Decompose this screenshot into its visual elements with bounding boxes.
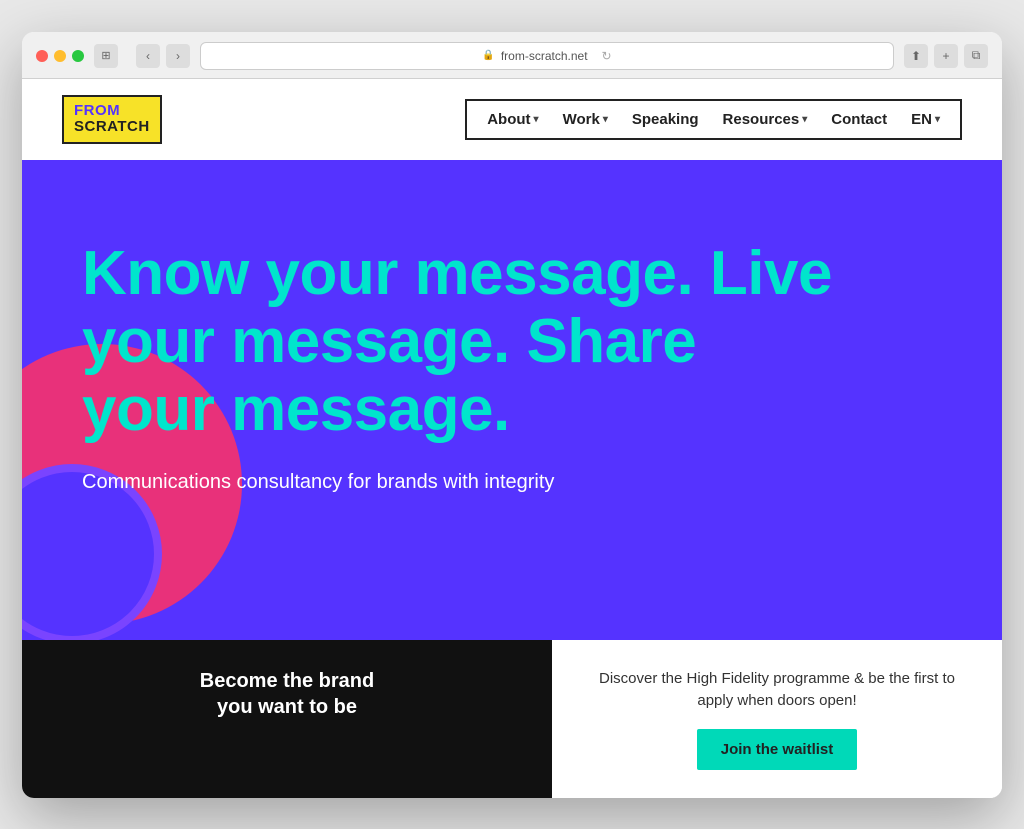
- share-icon[interactable]: ⬆: [904, 44, 928, 68]
- logo-box: FROM SCRATCH: [62, 95, 162, 144]
- traffic-lights: [36, 50, 84, 62]
- sidebar-toggle-icon[interactable]: ⊞: [94, 44, 118, 68]
- site-header: FROM SCRATCH About ▾ Work ▾ S: [22, 79, 1002, 160]
- tabs-icon[interactable]: ⧉: [964, 44, 988, 68]
- nav-item-speaking[interactable]: Speaking: [632, 111, 699, 128]
- cta-white-panel: Discover the High Fidelity programme & b…: [552, 640, 1002, 798]
- chevron-down-icon: ▾: [935, 114, 940, 125]
- browser-actions: ⬆ + ⧉: [904, 44, 988, 68]
- cta-black-text: Become the brandyou want to be: [42, 668, 532, 720]
- logo-from: FROM: [74, 102, 120, 119]
- new-tab-icon[interactable]: +: [934, 44, 958, 68]
- nav-item-about[interactable]: About ▾: [487, 111, 538, 128]
- logo-scratch: SCRATCH: [74, 118, 150, 135]
- maximize-button[interactable]: [72, 50, 84, 62]
- browser-window: ⊞ ‹ › 🔒 from-scratch.net ↻ ⬆ + ⧉: [22, 32, 1002, 798]
- nav-item-work[interactable]: Work ▾: [563, 111, 608, 128]
- nav-item-resources[interactable]: Resources ▾: [723, 111, 808, 128]
- website-content: FROM SCRATCH About ▾ Work ▾ S: [22, 79, 1002, 798]
- nav-item-language[interactable]: EN ▾: [911, 111, 940, 128]
- close-button[interactable]: [36, 50, 48, 62]
- reload-icon: ↻: [602, 49, 612, 63]
- nav-menu: About ▾ Work ▾ Speaking Resources ▾: [487, 111, 940, 128]
- browser-chrome: ⊞ ‹ › 🔒 from-scratch.net ↻ ⬆ + ⧉: [22, 32, 1002, 79]
- main-nav: About ▾ Work ▾ Speaking Resources ▾: [465, 99, 962, 140]
- logo-text: FROM SCRATCH: [74, 103, 150, 136]
- join-waitlist-button[interactable]: Join the waitlist: [697, 729, 858, 770]
- hero-headline: Know your message. Live your message. Sh…: [82, 240, 832, 445]
- logo-area[interactable]: FROM SCRATCH: [62, 95, 162, 144]
- cta-black-panel: Become the brandyou want to be: [22, 640, 552, 798]
- url-text: from-scratch.net: [501, 49, 588, 63]
- cta-section: Become the brandyou want to be Discover …: [22, 640, 1002, 798]
- chevron-down-icon: ▾: [603, 114, 608, 125]
- hero-section: Know your message. Live your message. Sh…: [22, 160, 1002, 640]
- nav-item-contact[interactable]: Contact: [831, 111, 887, 128]
- hero-subheadline: Communications consultancy for brands wi…: [82, 468, 832, 496]
- hero-content: Know your message. Live your message. Sh…: [82, 240, 832, 497]
- cta-white-text: Discover the High Fidelity programme & b…: [582, 668, 972, 713]
- back-button[interactable]: ‹: [136, 44, 160, 68]
- address-bar[interactable]: 🔒 from-scratch.net ↻: [200, 42, 894, 70]
- forward-button[interactable]: ›: [166, 44, 190, 68]
- chevron-down-icon: ▾: [802, 114, 807, 125]
- minimize-button[interactable]: [54, 50, 66, 62]
- chevron-down-icon: ▾: [534, 114, 539, 125]
- lock-icon: 🔒: [482, 50, 494, 61]
- browser-nav: ‹ ›: [136, 44, 190, 68]
